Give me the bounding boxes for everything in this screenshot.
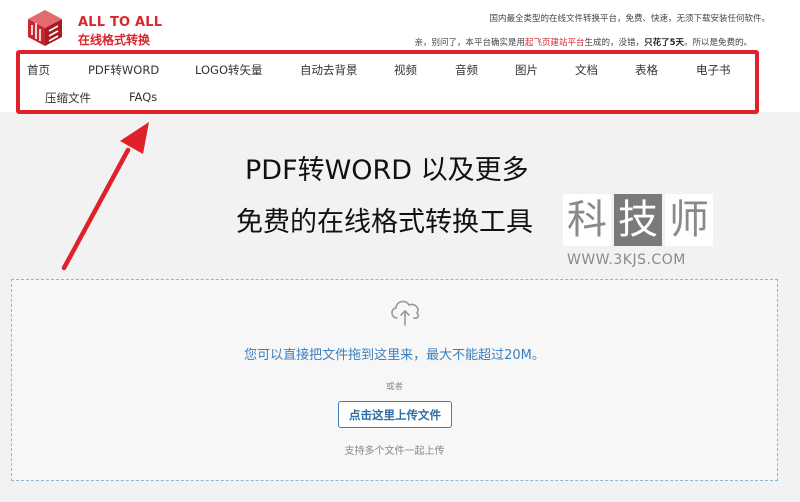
watermark-char-1: 科 [563,194,611,246]
hero-title-line-1: PDF转WORD 以及更多 [245,155,529,186]
cloud-upload-icon [391,300,420,326]
watermark-char-2: 技 [614,194,662,246]
watermark-char-3: 师 [665,194,713,246]
or-separator-text: 或者 [385,382,403,392]
file-drop-zone[interactable]: 您可以直接把文件拖到这里来，最大不能超过20M。 或者 点击这里上传文件 支持多… [11,279,778,481]
drop-instruction-text: 您可以直接把文件拖到这里来，最大不能超过20M。 [244,348,545,363]
multi-file-hint: 支持多个文件一起上传 [344,446,445,457]
hero-title-line-2: 免费的在线格式转换工具 [236,207,533,238]
watermark-url: WWW.3KJS.COM [567,252,686,268]
upload-file-button[interactable]: 点击这里上传文件 [338,401,452,428]
